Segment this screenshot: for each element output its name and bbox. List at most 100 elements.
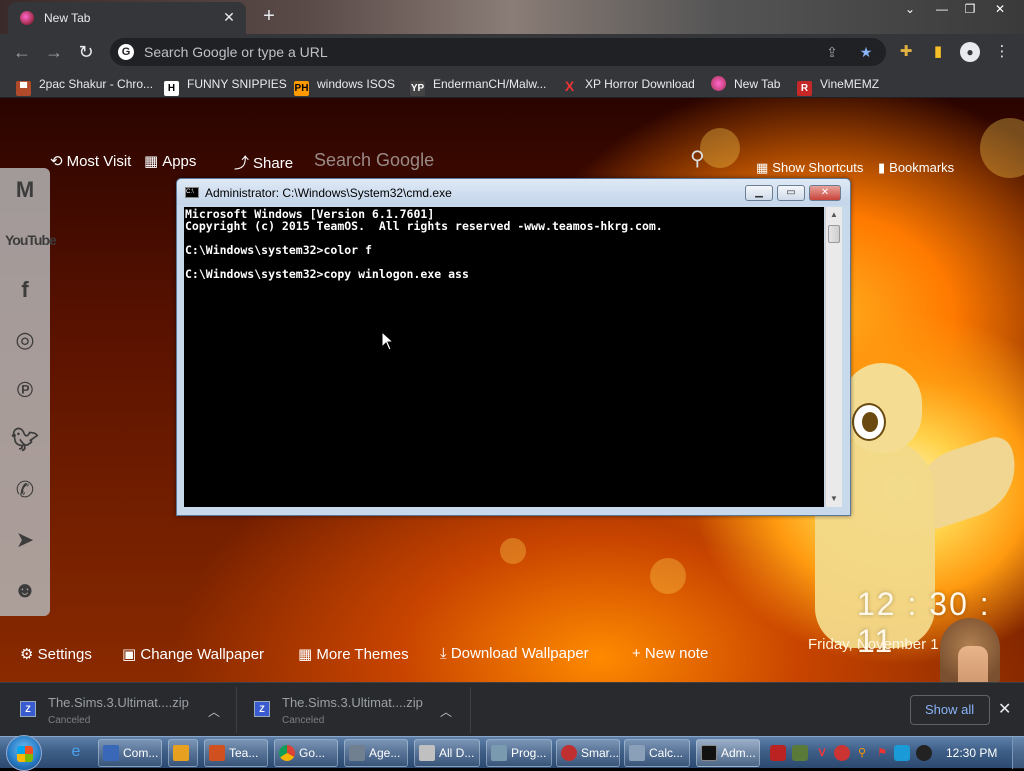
forward-arrow-icon[interactable]: →: [42, 40, 66, 64]
omnibox-input[interactable]: [142, 42, 802, 62]
cmd-minimize-button[interactable]: ▁: [745, 185, 773, 201]
wallpaper-pony-pupil: [862, 412, 878, 432]
search-icon[interactable]: ⚲: [690, 146, 705, 171]
bookmark-item[interactable]: PH windows ISOS: [294, 75, 395, 96]
newtab-search-field[interactable]: Search Google: [314, 150, 434, 171]
restore-icon[interactable]: ❐: [956, 0, 984, 18]
download-item[interactable]: Z The.Sims.3.Ultimat....zip Canceled ︿: [254, 689, 464, 731]
bookmark-item[interactable]: X XP Horror Download: [562, 75, 695, 94]
show-desktop-button[interactable]: [1012, 737, 1024, 769]
tab-new-tab[interactable]: New Tab ✕: [8, 2, 246, 34]
extensions-puzzle-icon[interactable]: ✚: [894, 40, 918, 64]
taskbar-button[interactable]: All D...: [414, 739, 480, 767]
tab-favicon-icon: [20, 11, 34, 25]
apps-link[interactable]: ▦ Apps: [144, 152, 196, 170]
omnibox[interactable]: G ⇪ ★: [110, 38, 886, 66]
bookmark-item[interactable]: YP EndermanCH/Malw...: [410, 75, 546, 96]
internet-explorer-icon[interactable]: e: [68, 744, 84, 760]
taskbar-clock[interactable]: 12:30 PM: [946, 746, 997, 760]
side-panel-icon[interactable]: ▮: [926, 40, 950, 64]
newtab-date: Friday, November 1: [808, 636, 939, 653]
bookmark-star-icon[interactable]: ★: [856, 42, 876, 62]
taskbar-button[interactable]: Com...: [98, 739, 162, 767]
bookmarks-link[interactable]: ▮ Bookmarks: [878, 160, 954, 176]
tray-app-icon[interactable]: [792, 745, 808, 761]
more-themes-link[interactable]: ▦ More Themes: [298, 645, 409, 663]
youtube-icon[interactable]: YouTube: [5, 222, 57, 258]
newtab-icon: [711, 76, 726, 91]
telegram-icon[interactable]: ➤: [5, 522, 45, 558]
cmd-titlebar[interactable]: C:\ Administrator: C:\Windows\System32\c…: [177, 179, 850, 205]
download-status: Canceled: [48, 715, 91, 726]
share-link[interactable]: ⤴ Share: [234, 152, 293, 173]
tray-v-icon[interactable]: V: [814, 745, 830, 761]
cmd-close-button[interactable]: ✕: [809, 185, 841, 201]
cmd-maximize-button[interactable]: ▭: [777, 185, 805, 201]
scroll-thumb[interactable]: [828, 225, 840, 243]
tray-speaker-icon[interactable]: [916, 745, 932, 761]
taskbar-button-active[interactable]: Adm...: [696, 739, 760, 767]
download-item[interactable]: Z The.Sims.3.Ultimat....zip Canceled ︿: [20, 689, 230, 731]
download-icon: ⤓: [440, 645, 447, 662]
cmd-console[interactable]: Microsoft Windows [Version 6.1.7601] Cop…: [184, 207, 824, 507]
download-filename: The.Sims.3.Ultimat....zip: [282, 695, 423, 710]
reddit-icon[interactable]: ☻: [5, 572, 45, 608]
close-window-icon[interactable]: ✕: [986, 0, 1014, 18]
chevron-up-icon[interactable]: ︿: [440, 703, 452, 720]
taskbar-button[interactable]: Smar...: [556, 739, 620, 767]
bokeh-light: [980, 118, 1024, 178]
bookmark-item[interactable]: R VineMEMZ: [797, 75, 879, 96]
facebook-icon[interactable]: f: [5, 272, 45, 308]
tab-search-chevron-icon[interactable]: ⌄: [896, 0, 924, 18]
windows-logo-icon: [17, 746, 33, 762]
tray-search-icon[interactable]: ⚲: [854, 745, 870, 761]
change-wallpaper-link[interactable]: ▣ Change Wallpaper: [122, 645, 264, 663]
tray-flag-icon[interactable]: ⚑: [874, 745, 890, 761]
gmail-icon[interactable]: M: [5, 172, 45, 208]
taskbar-button[interactable]: [168, 739, 198, 767]
cmd-window[interactable]: C:\ Administrator: C:\Windows\System32\c…: [176, 178, 851, 516]
taskbar-button[interactable]: Prog...: [486, 739, 552, 767]
apps-grid-icon: ▦: [144, 153, 159, 170]
taskbar-button[interactable]: Age...: [344, 739, 408, 767]
show-all-button[interactable]: Show all: [910, 695, 990, 725]
tab-close-icon[interactable]: ✕: [220, 8, 238, 26]
whatsapp-icon[interactable]: ✆: [5, 472, 45, 508]
tray-app-icon[interactable]: [770, 745, 786, 761]
bookmark-item[interactable]: New Tab: [711, 75, 780, 93]
browser-toolbar: ← → ↻ G ⇪ ★ ✚ ▮ ● ⋮: [0, 34, 1024, 70]
bookmark-item[interactable]: H FUNNY SNIPPIES: [164, 75, 287, 96]
chevron-up-icon[interactable]: ︿: [208, 703, 220, 720]
r-icon: R: [797, 81, 812, 96]
minimize-icon[interactable]: —: [928, 0, 956, 18]
tray-monitor-icon[interactable]: [894, 745, 910, 761]
start-button[interactable]: [6, 735, 42, 771]
taskbar-button[interactable]: Calc...: [624, 739, 690, 767]
download-wallpaper-link[interactable]: ⤓ Download Wallpaper: [440, 645, 589, 662]
instagram-icon[interactable]: ◎: [5, 322, 45, 358]
share-page-icon[interactable]: ⇪: [822, 42, 842, 62]
bookmark-item[interactable]: ▀ 2pac Shakur - Chro...: [16, 75, 153, 96]
console-line: C:\Windows\system32>color f: [185, 243, 372, 257]
most-visited-link[interactable]: ⟲ Most Visit: [50, 152, 131, 170]
scroll-down-arrow-icon[interactable]: ▼: [826, 491, 842, 507]
cmd-scrollbar[interactable]: ▲ ▼: [825, 207, 842, 507]
taskbar-button[interactable]: Go...: [274, 739, 338, 767]
console-line: C:\Windows\system32>copy winlogon.exe as…: [185, 267, 469, 281]
tray-app-icon[interactable]: [834, 745, 850, 761]
car-icon: ▀: [16, 81, 31, 96]
program-icon: [491, 745, 507, 761]
show-shortcuts-link[interactable]: ▦ Show Shortcuts: [756, 160, 863, 176]
new-note-link[interactable]: + New note: [632, 645, 708, 662]
new-tab-button[interactable]: +: [256, 4, 282, 30]
back-arrow-icon[interactable]: ←: [10, 40, 34, 64]
taskbar-button[interactable]: Tea...: [204, 739, 268, 767]
reload-icon[interactable]: ↻: [74, 40, 98, 64]
settings-link[interactable]: ⚙ Settings: [20, 645, 92, 663]
menu-kebab-icon[interactable]: ⋮: [990, 40, 1014, 64]
scroll-up-arrow-icon[interactable]: ▲: [826, 207, 842, 223]
twitter-icon[interactable]: 🐦︎: [5, 422, 45, 458]
profile-avatar-icon[interactable]: ●: [958, 40, 982, 64]
close-download-bar-icon[interactable]: ✕: [998, 699, 1011, 719]
pinterest-icon[interactable]: ℗: [5, 372, 45, 408]
